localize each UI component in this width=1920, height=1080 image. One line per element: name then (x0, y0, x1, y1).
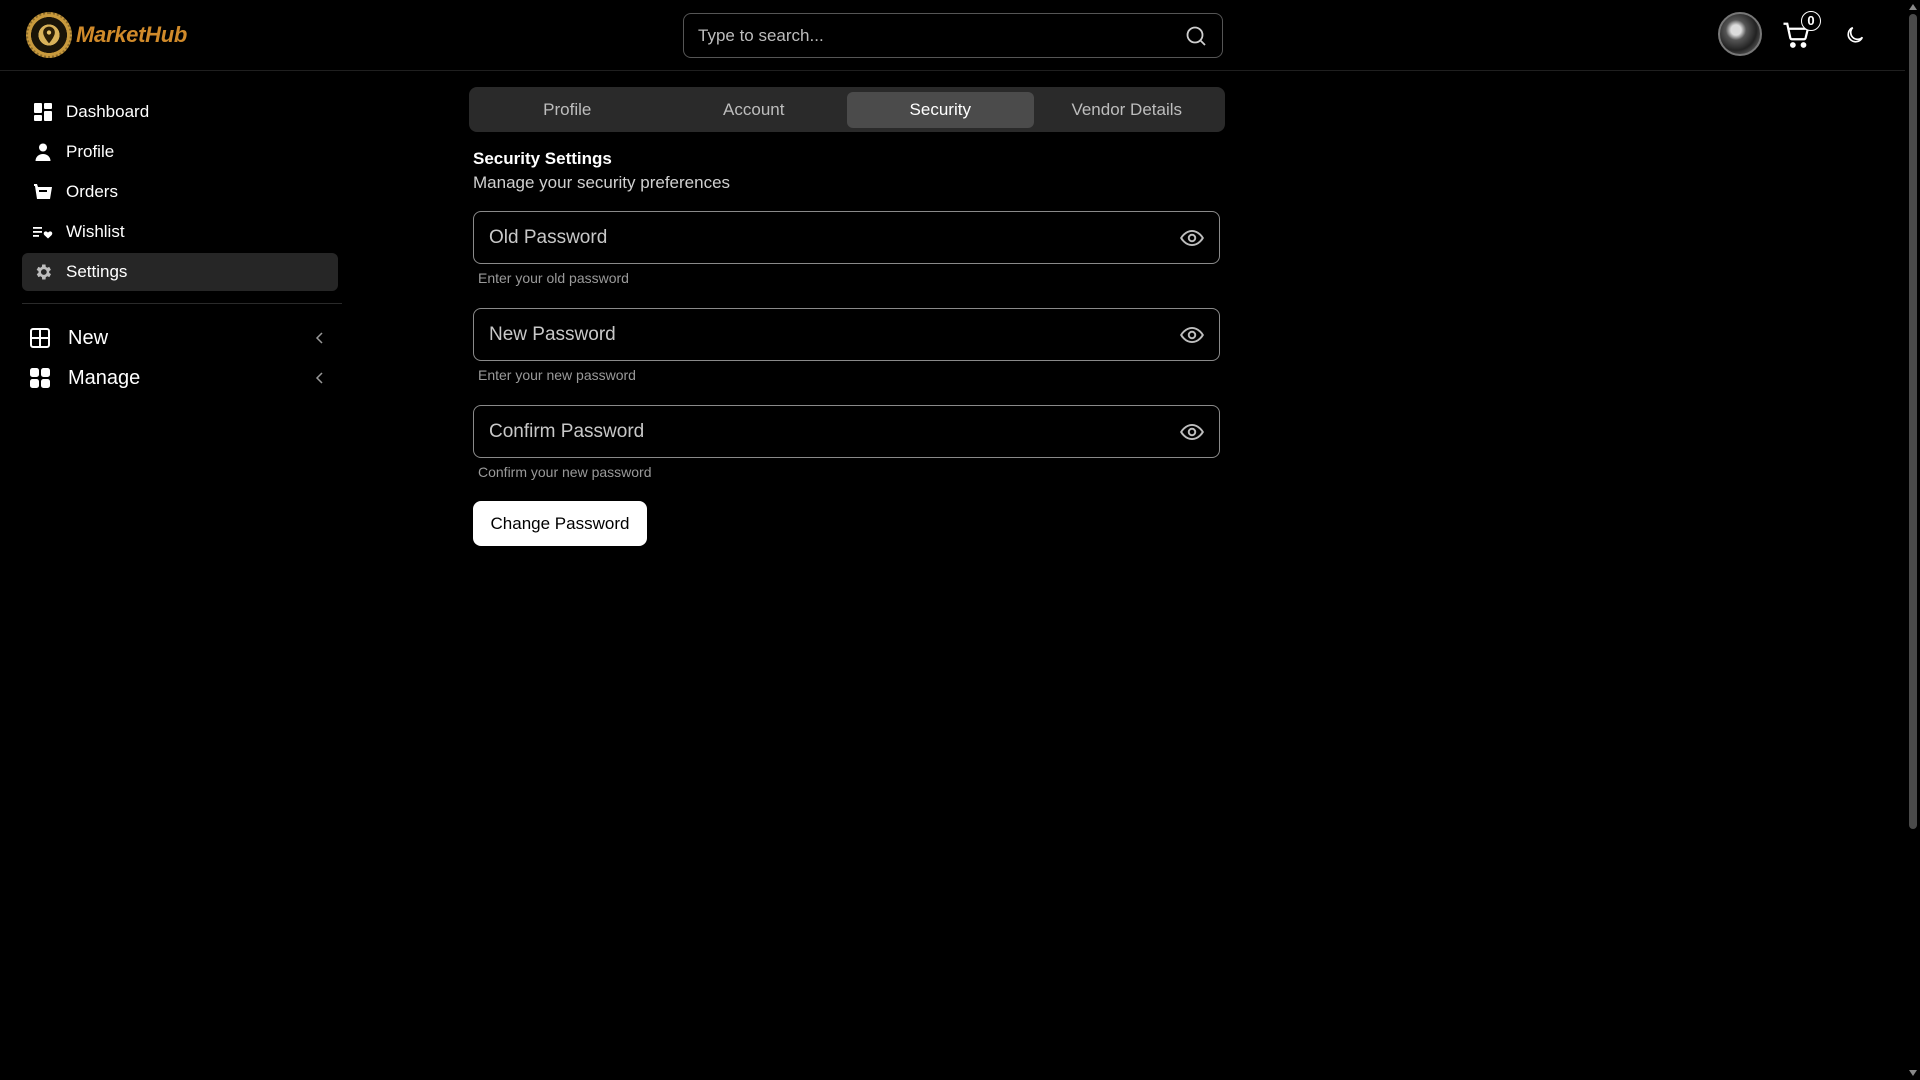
sidebar-item-wishlist[interactable]: Wishlist (22, 213, 338, 251)
gear-icon (32, 261, 54, 283)
sidebar-item-label: Settings (66, 262, 128, 281)
brand-logo[interactable]: MarketHub (26, 12, 187, 58)
cart-count-badge: 0 (1801, 11, 1821, 31)
sidebar-group-new[interactable]: New (22, 318, 338, 358)
basket-icon (32, 181, 54, 203)
new-password-helper: Enter your new password (478, 367, 636, 383)
tab-profile[interactable]: Profile (474, 92, 661, 128)
old-password-field (473, 211, 1220, 264)
confirm-password-helper: Confirm your new password (478, 464, 652, 480)
user-icon (32, 141, 54, 163)
app: MarketHub 0 Dashboard Profile (0, 0, 1920, 1080)
section-subtitle: Manage your security preferences (473, 173, 731, 192)
sidebar-group-label: Manage (68, 366, 141, 389)
moon-icon[interactable] (1844, 24, 1866, 46)
sidebar-item-dashboard[interactable]: Dashboard (22, 93, 338, 131)
sidebar-item-profile[interactable]: Profile (22, 133, 338, 171)
search-icon[interactable] (1184, 24, 1208, 48)
chevron-left-icon (315, 332, 323, 344)
tab-account[interactable]: Account (661, 92, 848, 128)
new-password-input[interactable] (474, 309, 1179, 360)
confirm-password-input[interactable] (474, 406, 1179, 457)
section-title: Security Settings (473, 149, 612, 168)
old-password-input[interactable] (474, 212, 1179, 263)
top-header: MarketHub 0 (0, 0, 1905, 71)
scrollbar[interactable] (1905, 0, 1920, 1080)
dashboard-icon (32, 101, 54, 123)
sidebar-group-label: New (68, 326, 109, 349)
plus-square-icon (30, 328, 50, 348)
brand-name: MarketHub (76, 22, 187, 47)
change-password-button[interactable]: Change Password (473, 501, 647, 546)
scroll-down-icon[interactable] (1908, 1068, 1918, 1078)
logo-badge-icon (26, 12, 72, 58)
new-password-field (473, 308, 1220, 361)
sidebar-divider (22, 303, 342, 304)
settings-tabs: Profile Account Security Vendor Details (469, 87, 1225, 132)
chevron-left-icon (315, 372, 323, 384)
tab-vendor-details[interactable]: Vendor Details (1034, 92, 1221, 128)
search-bar (683, 13, 1223, 58)
sidebar: Dashboard Profile Orders Wishlist Settin… (22, 93, 342, 398)
scroll-up-icon[interactable] (1908, 2, 1918, 12)
confirm-password-field (473, 405, 1220, 458)
sidebar-item-label: Profile (66, 142, 115, 161)
eye-icon[interactable] (1179, 419, 1205, 445)
sidebar-item-label: Dashboard (66, 102, 150, 121)
avatar[interactable] (1718, 12, 1762, 56)
eye-icon[interactable] (1179, 225, 1205, 251)
scroll-thumb[interactable] (1909, 14, 1917, 829)
search-input[interactable] (684, 14, 1184, 57)
eye-icon[interactable] (1179, 322, 1205, 348)
sidebar-item-settings[interactable]: Settings (22, 253, 338, 291)
grid-icon (30, 368, 50, 388)
tab-security[interactable]: Security (847, 91, 1034, 128)
wishlist-icon (32, 221, 54, 243)
sidebar-item-label: Orders (66, 182, 118, 201)
sidebar-item-label: Wishlist (66, 222, 125, 241)
sidebar-group-manage[interactable]: Manage (22, 358, 338, 398)
sidebar-item-orders[interactable]: Orders (22, 173, 338, 211)
old-password-helper: Enter your old password (478, 270, 629, 286)
